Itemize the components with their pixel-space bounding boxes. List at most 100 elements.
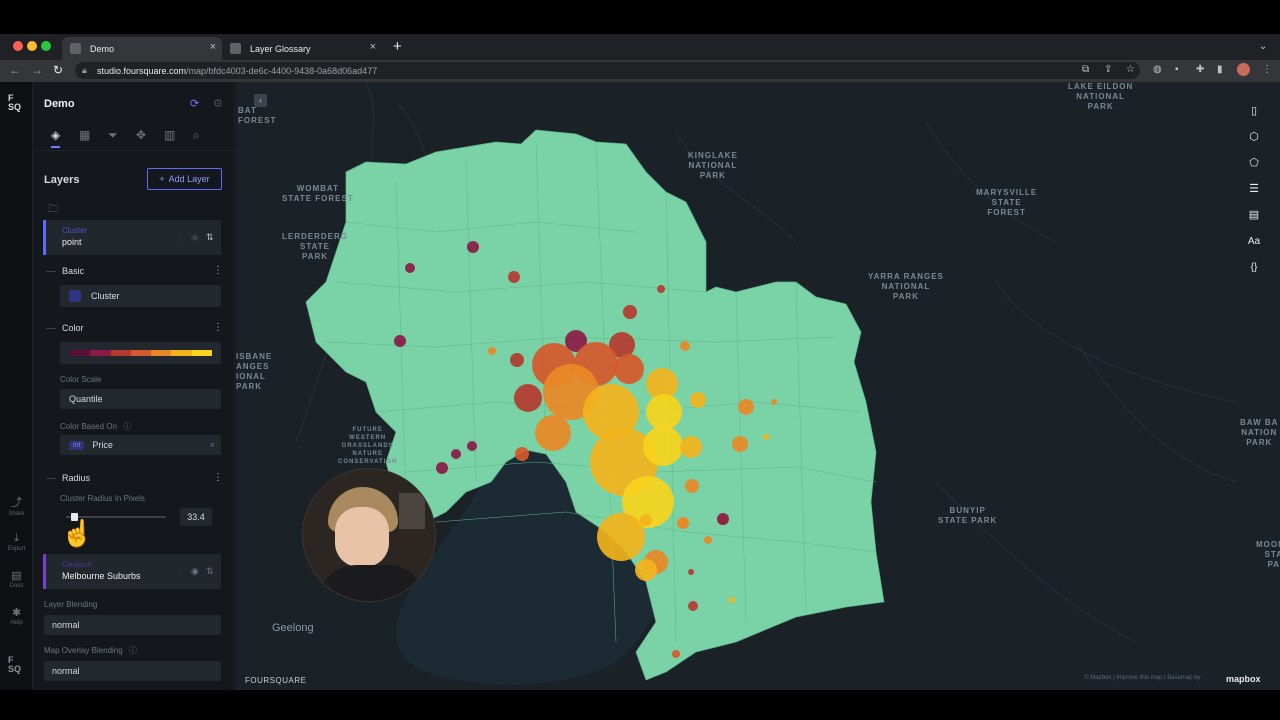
cluster-point[interactable]	[680, 436, 702, 458]
cluster-point[interactable]	[646, 394, 682, 430]
bar-chart-icon[interactable]: ▤	[1246, 208, 1262, 221]
close-tab-icon[interactable]: ×	[370, 41, 376, 53]
cluster-point[interactable]	[394, 335, 406, 347]
cluster-point[interactable]	[515, 447, 529, 461]
layer-card-geojson[interactable]: Geojson Melbourne Suburbs ⋮ ◉ ⇅	[43, 554, 221, 589]
cluster-point[interactable]	[680, 341, 690, 351]
cluster-point[interactable]	[643, 426, 683, 466]
layer-name[interactable]: point	[62, 237, 82, 247]
address-bar[interactable]: 🔒︎ studio.foursquare.com/map/bfdc4003-de…	[75, 62, 1140, 79]
cluster-point[interactable]	[688, 601, 698, 611]
cluster-point[interactable]	[510, 353, 524, 367]
minimize-window-icon[interactable]	[27, 41, 37, 51]
cluster-point[interactable]	[488, 347, 496, 355]
drag-handle-icon[interactable]: ⋮	[176, 232, 185, 243]
extensions-puzzle-icon[interactable]: ✚	[1196, 64, 1204, 75]
open-in-new-icon[interactable]: ⧉	[1082, 64, 1089, 75]
cluster-point[interactable]	[451, 449, 461, 459]
map-attribution[interactable]: © Mapbox | Improve this map | Basemap by	[1084, 675, 1201, 681]
split-map-icon[interactable]: ▯	[1246, 104, 1262, 117]
cluster-point[interactable]	[690, 392, 706, 408]
color-palette-select[interactable]	[60, 342, 221, 364]
cluster-point[interactable]	[436, 462, 448, 474]
info-icon[interactable]: ⓘ	[123, 422, 131, 431]
back-arrow-icon[interactable]: ←	[9, 63, 21, 77]
browser-tab-demo[interactable]: Demo ×	[62, 37, 222, 60]
browser-menu-icon[interactable]: ⋮	[1262, 64, 1272, 75]
cluster-point[interactable]	[679, 518, 689, 528]
rail-export[interactable]: ⤓ Export	[0, 532, 33, 552]
map-title[interactable]: Demo	[44, 98, 75, 110]
settings-gear-icon[interactable]: ⚙	[213, 97, 223, 110]
layer-settings-icon[interactable]: ⇅	[206, 566, 214, 577]
radius-section-title[interactable]: Radius	[62, 473, 90, 483]
clear-field-icon[interactable]: ×	[210, 440, 215, 450]
overlay-blending-select[interactable]: normal	[44, 661, 221, 681]
sync-icon[interactable]: ⟳	[190, 97, 199, 110]
layer-name[interactable]: Melbourne Suburbs	[62, 571, 141, 581]
cluster-point[interactable]	[535, 415, 571, 451]
cluster-point[interactable]	[685, 479, 699, 493]
color-more-icon[interactable]: ⋮	[213, 322, 223, 333]
text-aa-icon[interactable]: Aa	[1246, 236, 1262, 247]
browser-tab-layer-glossary[interactable]: Layer Glossary ×	[222, 37, 382, 60]
layers-tab-icon[interactable]: ◈	[51, 128, 61, 148]
rail-share[interactable]: ⤴ Share	[0, 494, 33, 517]
cluster-point[interactable]	[657, 285, 665, 293]
maximize-window-icon[interactable]	[41, 41, 51, 51]
cluster-point[interactable]	[508, 271, 520, 283]
cluster-point[interactable]	[672, 650, 680, 658]
cluster-radius-value[interactable]: 33.4	[180, 508, 212, 526]
cluster-point[interactable]	[704, 536, 712, 544]
cluster-point[interactable]	[729, 597, 735, 603]
cluster-point[interactable]	[467, 441, 477, 451]
close-tab-icon[interactable]: ×	[210, 41, 216, 53]
code-braces-icon[interactable]: {}	[1246, 262, 1262, 273]
new-tab-icon[interactable]: +	[393, 38, 402, 55]
add-folder-icon[interactable]: 🗀︎	[48, 202, 58, 219]
close-window-icon[interactable]	[13, 41, 23, 51]
layer-type-select[interactable]: Cluster	[60, 285, 221, 307]
interactions-tab-icon[interactable]: ✥	[136, 128, 146, 142]
color-section-title[interactable]: Color	[62, 323, 84, 333]
basic-more-icon[interactable]: ⋮	[213, 265, 223, 276]
cluster-point[interactable]	[738, 399, 754, 415]
reload-icon[interactable]: ↻	[53, 63, 63, 77]
cluster-point[interactable]	[405, 263, 415, 273]
drag-handle-icon[interactable]: ⋮	[176, 566, 185, 577]
bookmark-star-icon[interactable]: ☆	[1126, 64, 1135, 75]
visibility-eye-icon[interactable]: ◉	[191, 232, 199, 243]
cluster-point[interactable]	[635, 559, 657, 581]
search-tab-icon[interactable]: ⌕	[193, 128, 200, 143]
cluster-point[interactable]	[640, 514, 652, 526]
tab-menu-chevron-icon[interactable]: ⌄	[1259, 41, 1267, 52]
cluster-point[interactable]	[688, 569, 694, 575]
extension-fsq-icon[interactable]: ▪	[1175, 64, 1179, 75]
extension-globe-icon[interactable]: ◍	[1153, 64, 1162, 75]
cluster-point[interactable]	[597, 513, 645, 561]
radius-more-icon[interactable]: ⋮	[213, 472, 223, 483]
color-based-on-select[interactable]: int Price ×	[60, 435, 221, 455]
legend-icon[interactable]: ☰	[1246, 182, 1262, 195]
cluster-point[interactable]	[717, 513, 729, 525]
layer-card-cluster[interactable]: Cluster point ⋮ ◉ ⇅	[43, 220, 221, 255]
map-canvas[interactable]: ‹ BAT FOREST WOMBAT STATE FOREST LERDERD…	[236, 82, 1280, 690]
layer-blending-select[interactable]: normal	[44, 615, 221, 635]
color-scale-select[interactable]: Quantile	[60, 389, 221, 409]
draw-polygon-icon[interactable]: ⬠	[1246, 156, 1262, 169]
cluster-point[interactable]	[763, 434, 769, 440]
cluster-point[interactable]	[614, 354, 644, 384]
cluster-point[interactable]	[514, 384, 542, 412]
sidebar-toggle-icon[interactable]: ▮	[1217, 64, 1223, 75]
share-page-icon[interactable]: ⇪	[1104, 64, 1112, 75]
rail-help[interactable]: ✱ Help	[0, 606, 33, 626]
3d-cube-icon[interactable]: ⬡	[1246, 130, 1262, 143]
basic-section-title[interactable]: Basic	[62, 266, 84, 276]
cluster-point[interactable]	[771, 399, 777, 405]
filter-tab-icon[interactable]: ⏷	[108, 128, 118, 143]
profile-avatar[interactable]	[1237, 63, 1250, 76]
info-icon[interactable]: ⓘ	[129, 646, 137, 655]
add-layer-button[interactable]: + Add Layer	[147, 168, 222, 190]
rail-docs[interactable]: ▤ Docs	[0, 569, 33, 589]
layer-settings-icon[interactable]: ⇅	[206, 232, 214, 243]
